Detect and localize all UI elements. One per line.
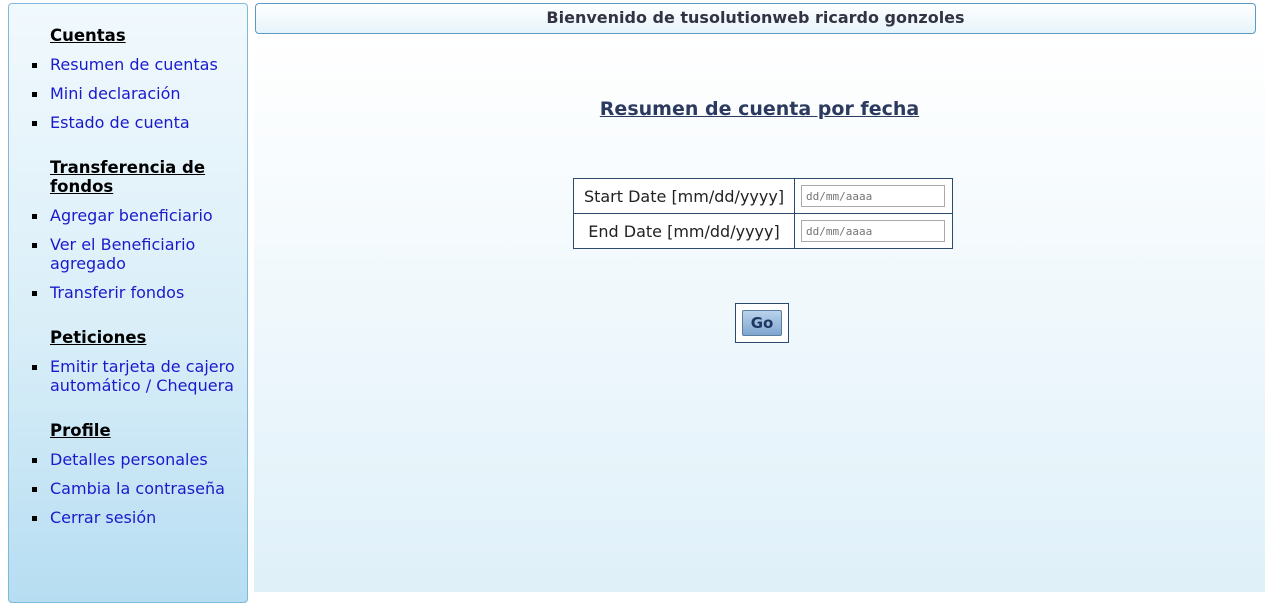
go-button-frame: Go <box>735 303 789 343</box>
sidebar-item-detalles-personales[interactable]: Detalles personales <box>50 450 246 469</box>
bullet-icon <box>32 458 37 463</box>
end-date-cell <box>794 213 953 249</box>
bullet-icon <box>32 487 37 492</box>
date-range-form: Start Date [mm/dd/yyyy] End Date [mm/dd/… <box>573 178 953 249</box>
page-title: Resumen de cuenta por fecha <box>599 98 920 120</box>
start-date-label: Start Date [mm/dd/yyyy] <box>573 178 795 214</box>
sidebar-item-estado-de-cuenta[interactable]: Estado de cuenta <box>50 113 246 132</box>
end-date-row: End Date [mm/dd/yyyy] <box>573 213 953 249</box>
sidebar-item-transferir-fondos[interactable]: Transferir fondos <box>50 283 246 302</box>
bullet-icon <box>32 92 37 97</box>
bullet-icon <box>32 63 37 68</box>
welcome-banner: Bienvenido de tusolutionweb ricardo gonz… <box>255 3 1256 34</box>
sidebar-item-resumen-de-cuentas[interactable]: Resumen de cuentas <box>50 55 246 74</box>
sidebar-item-cambia-contrasena[interactable]: Cambia la contraseña <box>50 479 246 498</box>
main-content: Resumen de cuenta por fecha Start Date [… <box>254 36 1265 592</box>
end-date-label: End Date [mm/dd/yyyy] <box>573 213 795 249</box>
sidebar-item-emitir-tarjeta[interactable]: Emitir tarjeta de cajero automático / Ch… <box>50 357 246 395</box>
go-button[interactable]: Go <box>742 310 782 336</box>
bullet-icon <box>32 516 37 521</box>
sidebar-nav: Cuentas Resumen de cuentas Mini declarac… <box>8 3 248 603</box>
bullet-icon <box>32 243 37 248</box>
sidebar-heading-cuentas: Cuentas <box>50 26 126 45</box>
start-date-cell <box>794 178 953 214</box>
bullet-icon <box>32 291 37 296</box>
bullet-icon <box>32 365 37 370</box>
sidebar-item-ver-beneficiario[interactable]: Ver el Beneficiario agregado <box>50 235 210 273</box>
end-date-input[interactable] <box>801 220 945 243</box>
sidebar-heading-transferencia: Transferencia de fondos <box>50 158 206 196</box>
sidebar-item-mini-declaracion[interactable]: Mini declaración <box>50 84 246 103</box>
bullet-icon <box>32 121 37 126</box>
sidebar-heading-peticiones: Peticiones <box>50 328 147 347</box>
bullet-icon <box>32 214 37 219</box>
start-date-row: Start Date [mm/dd/yyyy] <box>573 178 953 214</box>
sidebar-heading-profile: Profile <box>50 421 111 440</box>
sidebar-item-agregar-beneficiario[interactable]: Agregar beneficiario <box>50 206 246 225</box>
sidebar-item-cerrar-sesion[interactable]: Cerrar sesión <box>50 508 246 527</box>
start-date-input[interactable] <box>801 185 945 208</box>
